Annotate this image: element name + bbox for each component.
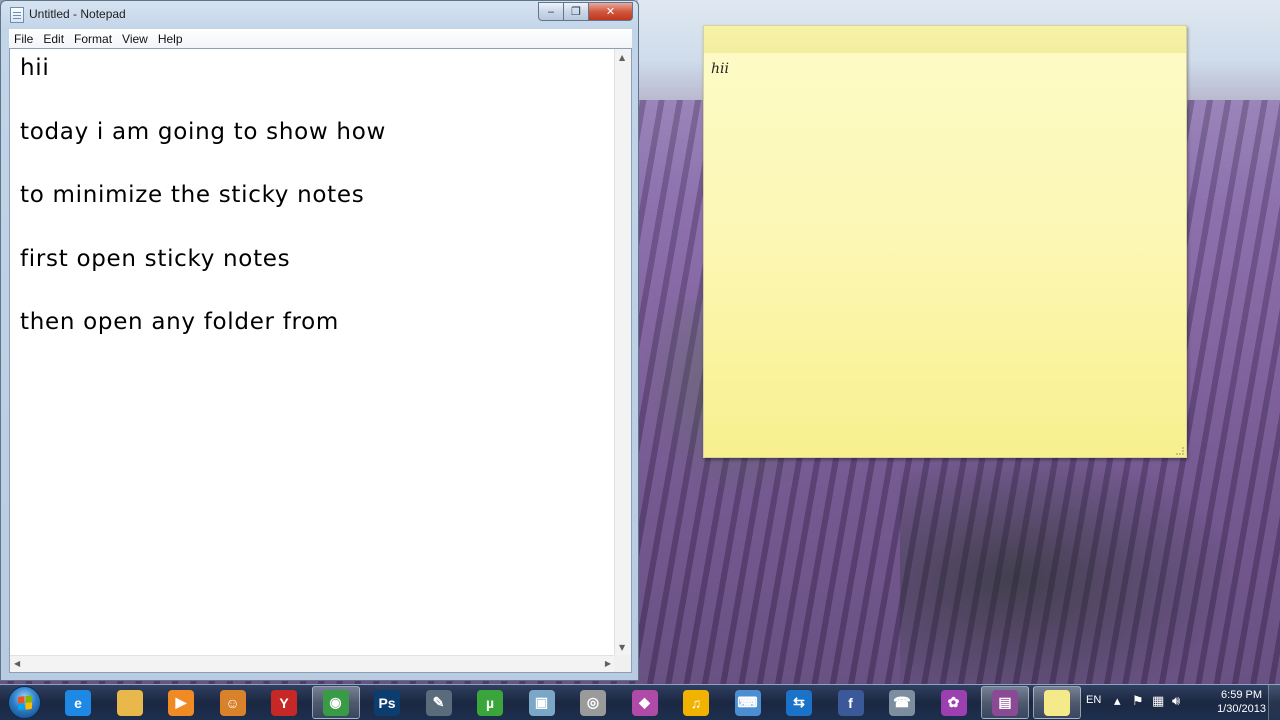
taskbar-button-cartoon-face[interactable]: ☺ xyxy=(209,686,257,719)
taskbar-button-tools[interactable]: ✎ xyxy=(415,686,463,719)
taskbar-button-utorrent[interactable]: µ xyxy=(466,686,514,719)
sticky-notes-icon xyxy=(1043,689,1070,716)
tools-icon: ✎ xyxy=(425,689,452,716)
taskbar-button-virtualbox[interactable]: ▣ xyxy=(518,686,566,719)
menu-format[interactable]: Format xyxy=(74,32,120,46)
taskbar-button-phone[interactable]: ☎ xyxy=(878,686,926,719)
taskbar-button-media-player[interactable]: ▶ xyxy=(157,686,205,719)
windows-explorer-icon xyxy=(116,689,143,716)
show-hidden-icons-icon[interactable]: ▴ xyxy=(1114,694,1121,709)
facebook-icon: f xyxy=(837,689,864,716)
taskbar-button-internet-explorer[interactable]: e xyxy=(54,686,102,719)
volume-icon[interactable]: 🔊︎ xyxy=(1172,694,1180,709)
taskbar-button-sticky-notes[interactable] xyxy=(1032,686,1081,719)
horizontal-scrollbar[interactable]: ◀ ▶ xyxy=(10,655,615,672)
scroll-right-icon[interactable]: ▶ xyxy=(605,659,611,668)
phone-icon: ☎ xyxy=(889,689,915,716)
scrollbar-corner xyxy=(614,655,631,672)
yahoo-messenger-icon: Y xyxy=(271,689,297,716)
clock-date: 1/30/2013 xyxy=(1217,703,1266,715)
teamviewer-icon: ⇆ xyxy=(786,689,812,716)
video-app-icon: ▤ xyxy=(992,689,1018,716)
scroll-up-icon[interactable]: ▲ xyxy=(619,53,625,62)
taskbar-button-webcam[interactable]: ◎ xyxy=(569,686,617,719)
action-center-flag-icon[interactable]: ⚑ xyxy=(1132,694,1144,709)
menu-view[interactable]: View xyxy=(122,32,156,46)
sticky-note-text[interactable]: hii xyxy=(711,61,729,77)
taskbar-button-windows-explorer[interactable] xyxy=(106,686,154,719)
text-editor[interactable]: hii today i am going to show how to mini… xyxy=(9,48,632,673)
notepad-app-icon[interactable] xyxy=(10,7,24,23)
window-title: Untitled - Notepad xyxy=(29,7,126,21)
network-icon[interactable]: ▦ xyxy=(1152,694,1164,709)
picasa-icon: ✿ xyxy=(940,689,967,716)
menu-bar: File Edit Format View Help xyxy=(9,29,632,48)
taskbar: e ▶ ☺ Y ◉ Ps ✎ µ ▣ ◎ ◆ ♫ ⌨ ⇆ f ☎ ✿ ▤ EN ▴ ⚑ ▦ 🔊︎ 6:59 PM … xyxy=(0,684,1280,720)
photoshop-icon: Ps xyxy=(374,689,400,716)
utorrent-icon: µ xyxy=(477,689,503,716)
start-button[interactable] xyxy=(8,686,41,719)
language-indicator[interactable]: EN xyxy=(1086,694,1101,706)
taskbar-button-yahoo-messenger[interactable]: Y xyxy=(260,686,308,719)
virtualbox-icon: ▣ xyxy=(528,689,555,716)
taskbar-button-facebook[interactable]: f xyxy=(827,686,875,719)
close-button[interactable]: ✕ xyxy=(589,2,633,21)
vertical-scrollbar[interactable]: ▲ ▼ xyxy=(614,49,631,656)
taskbar-button-chrome[interactable]: ◉ xyxy=(311,686,360,719)
scroll-down-icon[interactable]: ▼ xyxy=(619,643,625,652)
taskbar-button-photoshop[interactable]: Ps xyxy=(363,686,411,719)
menu-help[interactable]: Help xyxy=(158,32,191,46)
show-desktop-button[interactable] xyxy=(1268,685,1280,720)
minimize-button[interactable]: ‒ xyxy=(538,2,564,21)
notepad-window: Untitled - Notepad ‒ ❐ ✕ File Edit Forma… xyxy=(0,0,639,681)
clock[interactable]: 6:59 PM 1/30/2013 xyxy=(1217,688,1266,716)
cartoon-face-icon: ☺ xyxy=(219,689,246,716)
taskbar-button-video-app[interactable]: ▤ xyxy=(981,686,1029,719)
wallpaper-field-shadow xyxy=(900,420,1280,684)
headphones-icon: ♫ xyxy=(683,689,709,716)
chrome-icon: ◉ xyxy=(322,689,349,716)
clock-time: 6:59 PM xyxy=(1221,689,1263,701)
keyboard-icon: ⌨ xyxy=(734,689,761,716)
menu-file[interactable]: File xyxy=(14,32,41,46)
media-player-icon: ▶ xyxy=(168,689,194,716)
scroll-left-icon[interactable]: ◀ xyxy=(14,659,20,668)
menu-edit[interactable]: Edit xyxy=(43,32,72,46)
resize-grip-icon[interactable] xyxy=(1176,447,1184,455)
internet-explorer-icon: e xyxy=(65,689,91,716)
taskbar-button-picasa[interactable]: ✿ xyxy=(930,686,978,719)
media-app-icon: ◆ xyxy=(631,689,658,716)
maximize-button[interactable]: ❐ xyxy=(564,2,589,21)
window-controls: ‒ ❐ ✕ xyxy=(538,2,633,21)
sticky-note[interactable]: hii xyxy=(703,25,1187,458)
webcam-icon: ◎ xyxy=(580,689,606,716)
taskbar-button-keyboard[interactable]: ⌨ xyxy=(724,686,772,719)
system-tray: EN ▴ ⚑ ▦ 🔊︎ 6:59 PM 1/30/2013 xyxy=(1080,685,1280,720)
sticky-note-header[interactable] xyxy=(704,26,1186,53)
taskbar-button-teamviewer[interactable]: ⇆ xyxy=(775,686,823,719)
taskbar-button-media-app[interactable]: ◆ xyxy=(621,686,669,719)
editor-text[interactable]: hii today i am going to show how to mini… xyxy=(20,53,610,653)
notepad-titlebar[interactable]: Untitled - Notepad ‒ ❐ ✕ xyxy=(1,1,638,29)
taskbar-button-headphones[interactable]: ♫ xyxy=(672,686,720,719)
